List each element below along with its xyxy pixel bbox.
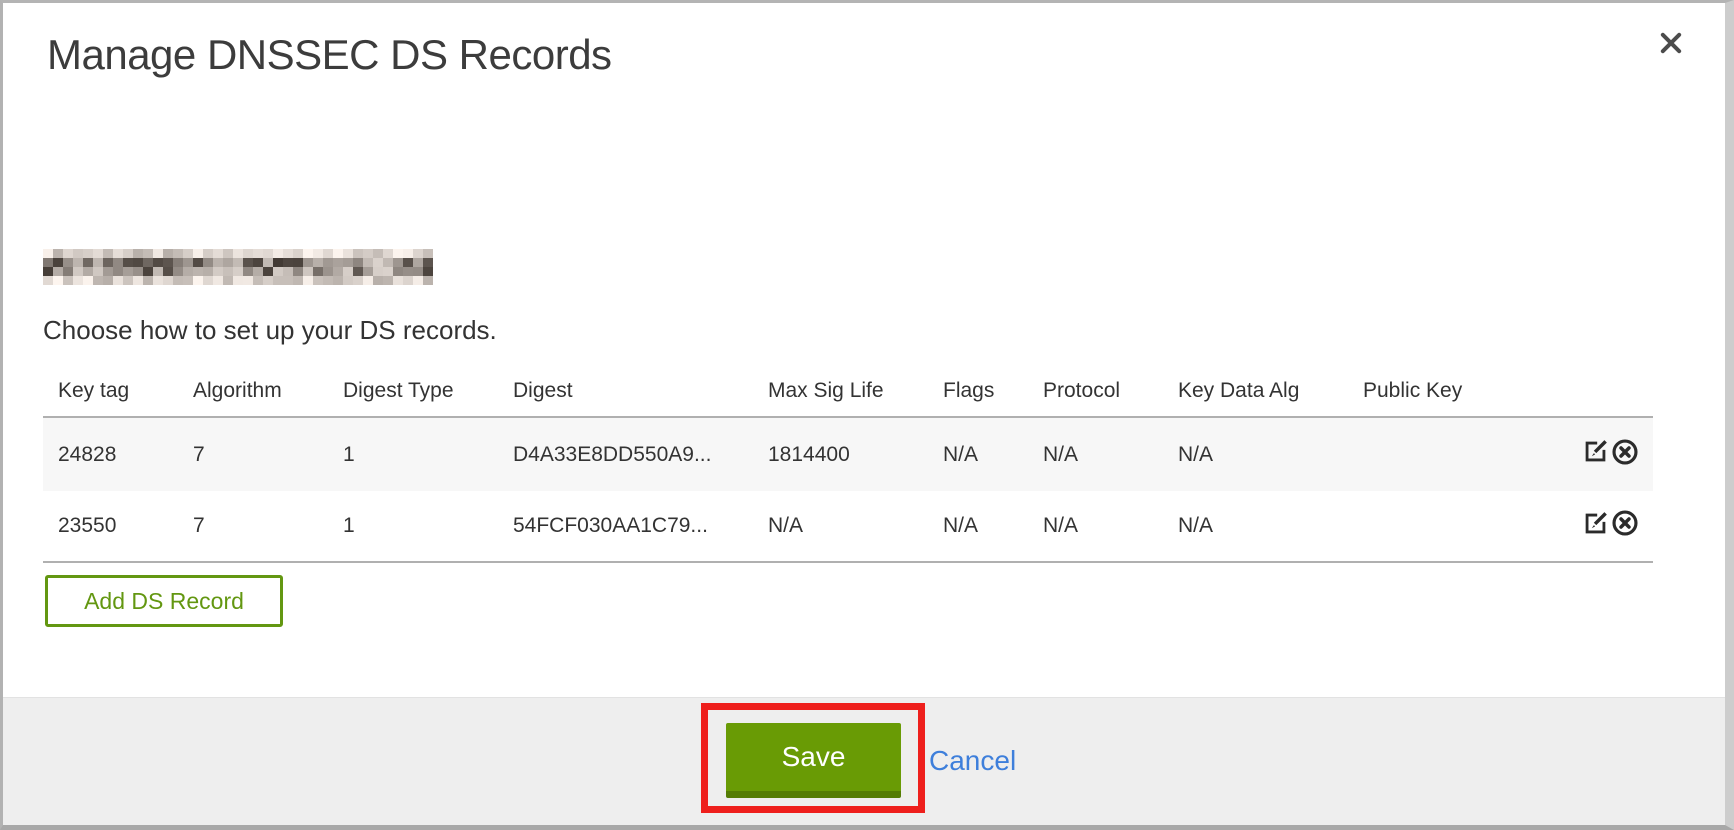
- edit-pencil-square-icon: [1582, 510, 1609, 543]
- row-actions: [1561, 438, 1653, 472]
- delete-record-button[interactable]: [1611, 509, 1639, 543]
- table-row: 24828 7 1 D4A33E8DD550A9... 1814400 N/A …: [43, 418, 1653, 491]
- page-title: Manage DNSSEC DS Records: [47, 31, 612, 79]
- cell-protocol: N/A: [1028, 514, 1163, 538]
- cell-protocol: N/A: [1028, 443, 1163, 467]
- cell-key-data-alg: N/A: [1163, 443, 1348, 467]
- dialog-manage-dnssec: Manage DNSSEC DS Records Choose how to s…: [0, 0, 1734, 830]
- circle-x-icon: [1611, 438, 1639, 472]
- subtitle-text: Choose how to set up your DS records.: [43, 315, 497, 346]
- table-header-row: Key tag Algorithm Digest Type Digest Max…: [43, 366, 1653, 418]
- col-header-digest: Digest: [498, 379, 753, 403]
- cell-digest: 54FCF030AA1C79...: [498, 514, 753, 538]
- save-button[interactable]: Save: [726, 723, 901, 798]
- add-ds-record-button[interactable]: Add DS Record: [45, 575, 283, 627]
- col-header-key-tag: Key tag: [43, 379, 178, 403]
- circle-x-icon: [1611, 509, 1639, 543]
- domain-redacted-pixelated: [43, 249, 433, 285]
- close-button[interactable]: [1655, 29, 1687, 61]
- col-header-protocol: Protocol: [1028, 379, 1163, 403]
- col-header-key-data-alg: Key Data Alg: [1163, 379, 1348, 403]
- cancel-link[interactable]: Cancel: [929, 745, 1016, 777]
- cell-digest-type: 1: [328, 514, 498, 538]
- cell-max-sig-life: N/A: [753, 514, 928, 538]
- col-header-flags: Flags: [928, 379, 1028, 403]
- edit-pencil-square-icon: [1582, 438, 1609, 471]
- cell-flags: N/A: [928, 514, 1028, 538]
- close-icon: [1657, 29, 1685, 62]
- cell-digest-type: 1: [328, 443, 498, 467]
- ds-records-table: Key tag Algorithm Digest Type Digest Max…: [43, 366, 1653, 563]
- cell-algorithm: 7: [178, 514, 328, 538]
- table-row: 23550 7 1 54FCF030AA1C79... N/A N/A N/A …: [43, 491, 1653, 563]
- edit-record-button[interactable]: [1582, 510, 1609, 543]
- cell-key-tag: 24828: [43, 443, 178, 467]
- edit-record-button[interactable]: [1582, 438, 1609, 471]
- cell-max-sig-life: 1814400: [753, 443, 928, 467]
- col-header-digest-type: Digest Type: [328, 379, 498, 403]
- cell-key-tag: 23550: [43, 514, 178, 538]
- cell-algorithm: 7: [178, 443, 328, 467]
- cell-key-data-alg: N/A: [1163, 514, 1348, 538]
- delete-record-button[interactable]: [1611, 438, 1639, 472]
- col-header-max-sig-life: Max Sig Life: [753, 379, 928, 403]
- cell-flags: N/A: [928, 443, 1028, 467]
- col-header-public-key: Public Key: [1348, 379, 1561, 403]
- row-actions: [1561, 509, 1653, 543]
- cell-digest: D4A33E8DD550A9...: [498, 443, 753, 467]
- col-header-algorithm: Algorithm: [178, 379, 328, 403]
